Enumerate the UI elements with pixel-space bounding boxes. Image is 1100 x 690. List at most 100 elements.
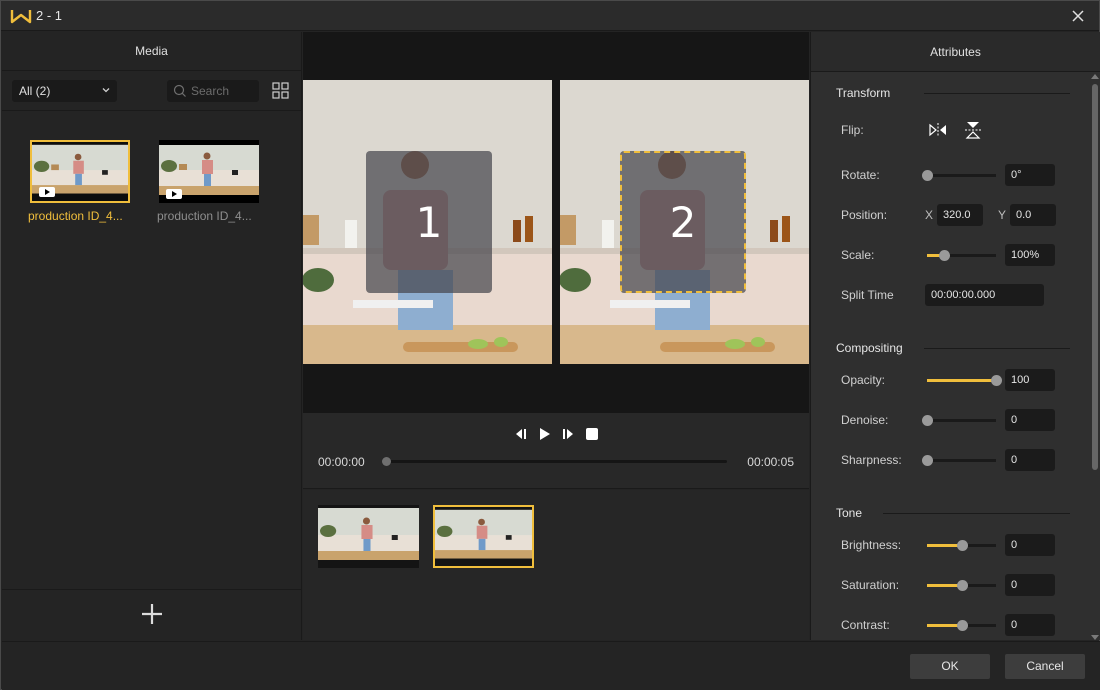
media-panel: Media All (2) Search production ID_4... … bbox=[2, 32, 302, 640]
play-icon[interactable] bbox=[538, 427, 552, 441]
slider-handle[interactable] bbox=[991, 375, 1002, 386]
section-divider bbox=[924, 348, 1070, 349]
scroll-up-arrow-icon[interactable] bbox=[1091, 74, 1099, 79]
search-icon bbox=[173, 84, 186, 97]
title-bar: 2 - 1 bbox=[1, 1, 1099, 31]
slider-handle[interactable] bbox=[939, 250, 951, 261]
clip-thumbnail bbox=[318, 505, 419, 568]
scale-slider[interactable] bbox=[927, 250, 996, 261]
clip-timeline bbox=[303, 490, 809, 640]
opacity-input[interactable]: 100 bbox=[1005, 369, 1055, 391]
media-header: Media bbox=[2, 32, 301, 71]
media-item-name: production ID_4... bbox=[28, 209, 123, 223]
split-region-box-1[interactable]: 1 bbox=[366, 151, 492, 293]
slider-fill bbox=[927, 379, 996, 382]
x-label: X bbox=[925, 208, 934, 222]
ok-button[interactable]: OK bbox=[910, 654, 990, 679]
contrast-slider[interactable] bbox=[927, 620, 996, 631]
app-logo-icon bbox=[10, 10, 32, 24]
slider-handle[interactable] bbox=[956, 540, 968, 551]
slider-handle[interactable] bbox=[922, 415, 933, 426]
brightness-slider[interactable] bbox=[927, 540, 996, 551]
saturation-input[interactable]: 0 bbox=[1005, 574, 1055, 596]
add-icon[interactable] bbox=[142, 604, 162, 624]
slider-handle[interactable] bbox=[956, 620, 968, 631]
contrast-input[interactable]: 0 bbox=[1005, 614, 1055, 636]
preview-cell-2[interactable]: 2 bbox=[560, 80, 809, 364]
seek-handle[interactable] bbox=[382, 457, 391, 466]
flip-horizontal-icon[interactable] bbox=[928, 121, 948, 139]
rotate-label: Rotate: bbox=[841, 168, 880, 182]
split-time-label: Split Time bbox=[841, 288, 894, 302]
saturation-slider[interactable] bbox=[927, 580, 996, 591]
media-thumbnail bbox=[159, 140, 259, 203]
media-item[interactable]: production ID_4... bbox=[28, 140, 132, 223]
window-title: 2 - 1 bbox=[36, 8, 63, 23]
media-item-name: production ID_4... bbox=[157, 209, 252, 223]
opacity-slider[interactable] bbox=[927, 375, 1002, 386]
slider-handle[interactable] bbox=[922, 455, 933, 466]
attributes-scrollbar[interactable] bbox=[1091, 74, 1100, 640]
region-number: 2 bbox=[669, 197, 697, 247]
region-number: 1 bbox=[415, 197, 443, 247]
close-icon[interactable] bbox=[1069, 7, 1087, 25]
media-filter-dropdown[interactable]: All (2) bbox=[12, 80, 117, 102]
stop-icon[interactable] bbox=[585, 427, 599, 441]
video-badge-icon bbox=[39, 187, 55, 197]
playback-controls: 00:00:00 00:00:05 bbox=[303, 413, 809, 489]
attributes-header: Attributes bbox=[811, 32, 1100, 72]
denoise-label: Denoise: bbox=[841, 413, 889, 427]
split-region-box-2[interactable]: 2 bbox=[620, 151, 746, 293]
video-badge-icon bbox=[166, 189, 182, 199]
flip-label: Flip: bbox=[841, 123, 864, 137]
grid-view-icon[interactable] bbox=[272, 82, 289, 99]
end-time: 00:00:05 bbox=[747, 455, 794, 469]
previous-frame-icon[interactable] bbox=[514, 427, 528, 441]
next-frame-icon[interactable] bbox=[561, 427, 575, 441]
seek-bar[interactable] bbox=[382, 457, 727, 466]
media-toolbar: All (2) bbox=[2, 72, 301, 111]
y-label: Y bbox=[998, 208, 1007, 222]
sharpness-input[interactable]: 0 bbox=[1005, 449, 1055, 471]
cancel-button[interactable]: Cancel bbox=[1005, 654, 1085, 679]
opacity-label: Opacity: bbox=[841, 373, 886, 387]
denoise-input[interactable]: 0 bbox=[1005, 409, 1055, 431]
tone-section-title: Tone bbox=[836, 506, 863, 520]
transform-section-title: Transform bbox=[836, 86, 891, 100]
add-media-area bbox=[2, 589, 301, 640]
filter-value: All (2) bbox=[19, 84, 51, 98]
position-x-input[interactable]: 320.0 bbox=[937, 204, 983, 226]
search-box[interactable] bbox=[167, 80, 259, 102]
timeline-clip[interactable] bbox=[433, 505, 534, 568]
video-preview: 1 2 bbox=[303, 32, 809, 413]
attributes-panel: Attributes Transform Flip: Rotate: 0° Po… bbox=[810, 32, 1100, 640]
brightness-label: Brightness: bbox=[841, 538, 902, 552]
timeline-clip[interactable] bbox=[318, 505, 419, 568]
preview-cell-1[interactable]: 1 bbox=[303, 80, 552, 364]
dialog-footer: OK Cancel bbox=[2, 641, 1100, 690]
sharpness-label: Sharpness: bbox=[841, 453, 902, 467]
brightness-input[interactable]: 0 bbox=[1005, 534, 1055, 556]
scale-input[interactable]: 100% bbox=[1005, 244, 1055, 266]
dialog-window: 2 - 1 Media All (2) Search production ID… bbox=[0, 0, 1100, 690]
slider-handle[interactable] bbox=[922, 170, 933, 181]
rotate-input[interactable]: 0° bbox=[1005, 164, 1055, 186]
slider-handle[interactable] bbox=[956, 580, 968, 591]
media-thumbnail bbox=[30, 140, 130, 203]
section-divider bbox=[924, 93, 1070, 94]
rotate-slider[interactable] bbox=[922, 170, 996, 181]
media-item[interactable]: production ID_4... bbox=[157, 140, 261, 223]
position-y-input[interactable]: 0.0 bbox=[1010, 204, 1056, 226]
section-divider bbox=[883, 513, 1070, 514]
compositing-section-title: Compositing bbox=[836, 341, 903, 355]
scroll-thumb[interactable] bbox=[1092, 84, 1098, 470]
clip-thumbnail bbox=[435, 507, 532, 566]
scale-label: Scale: bbox=[841, 248, 875, 262]
flip-vertical-icon[interactable] bbox=[963, 121, 983, 139]
search-input[interactable] bbox=[191, 82, 255, 100]
contrast-label: Contrast: bbox=[841, 618, 890, 632]
split-time-input[interactable]: 00:00:00.000 bbox=[925, 284, 1044, 306]
denoise-slider[interactable] bbox=[922, 415, 996, 426]
scroll-down-arrow-icon[interactable] bbox=[1091, 635, 1099, 640]
sharpness-slider[interactable] bbox=[922, 455, 996, 466]
